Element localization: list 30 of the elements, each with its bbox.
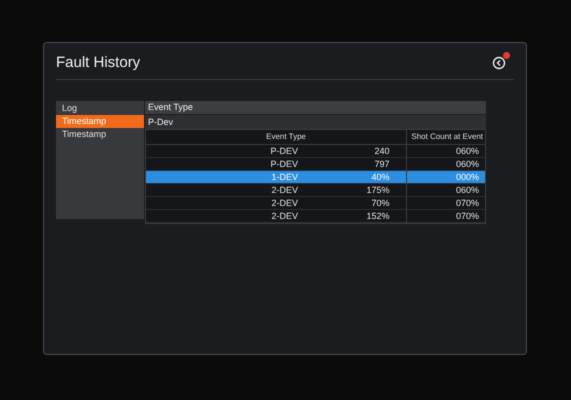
table-cell: 060% <box>406 158 485 170</box>
table-cell: 1-DEV <box>146 170 310 184</box>
sidebar-item[interactable]: Timestamp <box>56 128 144 141</box>
table-cell: 40% <box>310 170 406 184</box>
table-row[interactable]: 2-DEV 152% 070% <box>146 210 485 222</box>
table-cell: P-DEV <box>146 144 310 158</box>
table-cell: 070% <box>406 196 485 210</box>
sidebar-item[interactable]: Log <box>56 102 144 115</box>
table-cell: 175% <box>310 184 406 196</box>
table-row[interactable]: P-DEV 240 060% <box>146 144 485 158</box>
detail-header: Event Type <box>145 101 486 114</box>
table-cell: P-DEV <box>146 158 310 170</box>
table-row[interactable]: P-DEV 797 060% <box>146 158 485 170</box>
table-cell: 000% <box>406 170 485 184</box>
back-icon <box>492 56 506 70</box>
table-row[interactable]: 2-DEV 175% 060% <box>146 184 485 196</box>
table-cell: 70% <box>310 196 406 210</box>
table-cell: 2-DEV <box>146 196 310 210</box>
table-cell: 152% <box>310 210 406 222</box>
table-cell: 2-DEV <box>146 184 310 196</box>
column-header: Event Type <box>146 130 310 144</box>
table-cell: 070% <box>406 210 485 222</box>
table-cell: 797 <box>310 158 406 170</box>
table-cell: 2-DEV <box>146 210 310 222</box>
table-cell: 240 <box>310 144 406 158</box>
detail-value: P-Dev <box>145 115 486 129</box>
table-cell: 060% <box>406 144 485 158</box>
table-cell: 060% <box>406 184 485 196</box>
dialog-title: Fault History <box>56 52 140 73</box>
table-row[interactable]: 2-DEV 70% 070% <box>146 196 485 210</box>
